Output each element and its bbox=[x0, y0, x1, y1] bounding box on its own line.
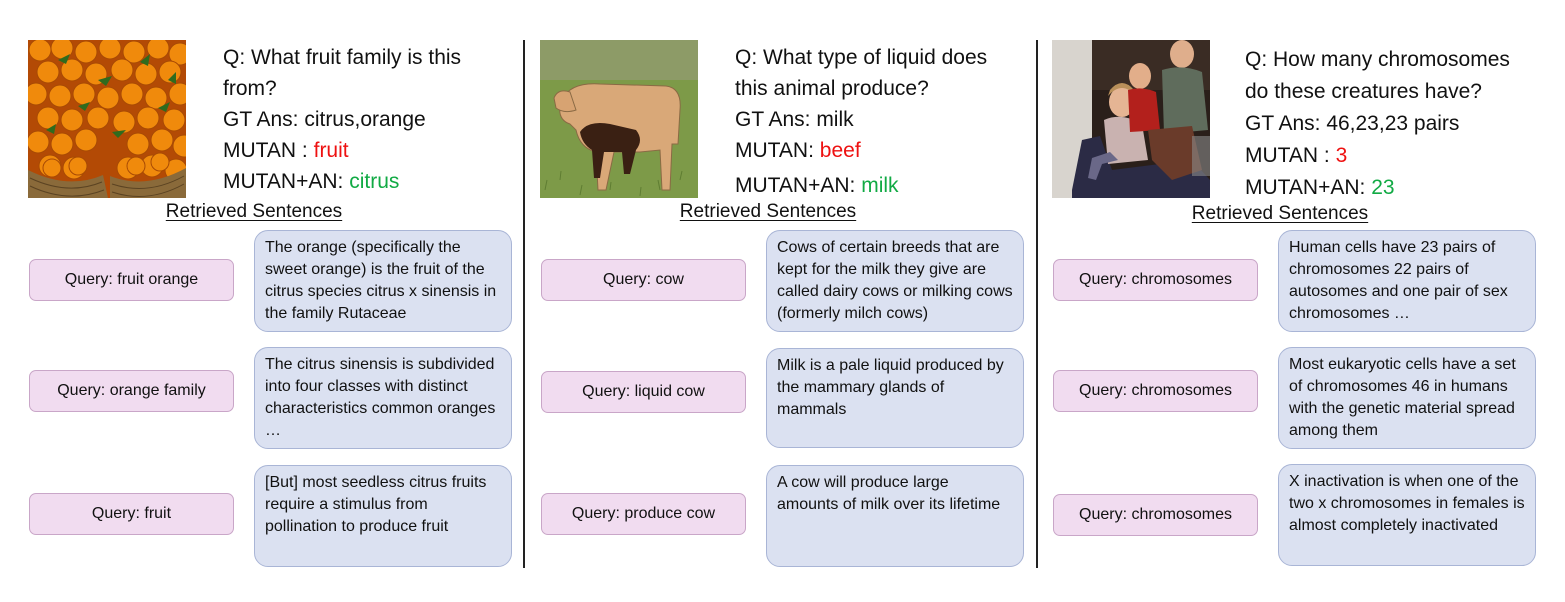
question-line-1: Q: What fruit family is this bbox=[223, 46, 462, 69]
mutan-an-answer: citrus bbox=[349, 170, 400, 193]
query-box: Query: fruit orange bbox=[29, 259, 234, 301]
sentence-box: Human cells have 23 pairs of chromosomes… bbox=[1278, 230, 1536, 332]
gt-answer: GT Ans: milk bbox=[735, 108, 854, 131]
mutan-an-answer: 23 bbox=[1371, 176, 1395, 199]
question-line-1: Q: What type of liquid does bbox=[735, 46, 988, 69]
qa-block: Q: What type of liquid does this animal … bbox=[735, 42, 1025, 201]
question-line-1: Q: How many chromosomes bbox=[1245, 48, 1510, 71]
mutan-an-label: MUTAN+AN: bbox=[1245, 176, 1372, 199]
sentence-box: Milk is a pale liquid produced by the ma… bbox=[766, 348, 1024, 448]
gt-answer: GT Ans: citrus,orange bbox=[223, 108, 426, 131]
sentence-box: Cows of certain breeds that are kept for… bbox=[766, 230, 1024, 332]
question-line-2: this animal produce? bbox=[735, 77, 929, 100]
query-box: Query: produce cow bbox=[541, 493, 746, 535]
mutan-an-label: MUTAN+AN: bbox=[223, 170, 350, 193]
example-panel-people: Q: How many chromosomes do these creatur… bbox=[1024, 0, 1536, 602]
mutan-answer-line: MUTAN : 3 bbox=[1245, 140, 1535, 172]
mutan-an-label: MUTAN+AN: bbox=[735, 174, 862, 197]
mutan-label: MUTAN : bbox=[223, 139, 314, 162]
mutan-answer-line: MUTAN : fruit bbox=[223, 135, 513, 166]
sentence-box: Most eukaryotic cells have a set of chro… bbox=[1278, 347, 1536, 449]
cow-photo bbox=[540, 40, 698, 198]
people-photo bbox=[1052, 40, 1210, 198]
query-box: Query: orange family bbox=[29, 370, 234, 412]
mutan-label: MUTAN : bbox=[1245, 144, 1336, 167]
query-box: Query: chromosomes bbox=[1053, 259, 1258, 301]
retrieved-sentences-title: Retrieved Sentences bbox=[679, 201, 857, 222]
query-box: Query: chromosomes bbox=[1053, 370, 1258, 412]
query-box: Query: fruit bbox=[29, 493, 234, 535]
question-line-2: from? bbox=[223, 77, 277, 100]
retrieved-sentences-title: Retrieved Sentences bbox=[1191, 203, 1369, 224]
mutan-answer: beef bbox=[819, 139, 861, 162]
example-panel-oranges: Q: What fruit family is this from? GT An… bbox=[0, 0, 512, 602]
oranges-photo bbox=[28, 40, 186, 198]
query-box: Query: liquid cow bbox=[541, 371, 746, 413]
mutan-answer: 3 bbox=[1335, 144, 1348, 167]
mutan-an-answer-line: MUTAN+AN: milk bbox=[735, 170, 1025, 201]
sentence-box: The orange (specifically the sweet orang… bbox=[254, 230, 512, 332]
example-panel-cow: Q: What type of liquid does this animal … bbox=[512, 0, 1024, 602]
mutan-an-answer: milk bbox=[861, 174, 899, 197]
mutan-answer: fruit bbox=[313, 139, 349, 162]
question-line-2: do these creatures have? bbox=[1245, 80, 1482, 103]
sentence-box: X inactivation is when one of the two x … bbox=[1278, 464, 1536, 566]
query-box: Query: chromosomes bbox=[1053, 494, 1258, 536]
sentence-box: The citrus sinensis is subdivided into f… bbox=[254, 347, 512, 449]
mutan-label: MUTAN: bbox=[735, 139, 820, 162]
retrieved-sentences-title: Retrieved Sentences bbox=[165, 201, 343, 222]
qa-block: Q: What fruit family is this from? GT An… bbox=[223, 42, 513, 197]
query-box: Query: cow bbox=[541, 259, 746, 301]
qa-block: Q: How many chromosomes do these creatur… bbox=[1245, 44, 1535, 204]
mutan-an-answer-line: MUTAN+AN: citrus bbox=[223, 166, 513, 197]
mutan-an-answer-line: MUTAN+AN: 23 bbox=[1245, 172, 1535, 204]
gt-answer: GT Ans: 46,23,23 pairs bbox=[1245, 112, 1460, 135]
mutan-answer-line: MUTAN: beef bbox=[735, 135, 1025, 166]
sentence-box: [But] most seedless citrus fruits requir… bbox=[254, 465, 512, 567]
sentence-box: A cow will produce large amounts of milk… bbox=[766, 465, 1024, 567]
